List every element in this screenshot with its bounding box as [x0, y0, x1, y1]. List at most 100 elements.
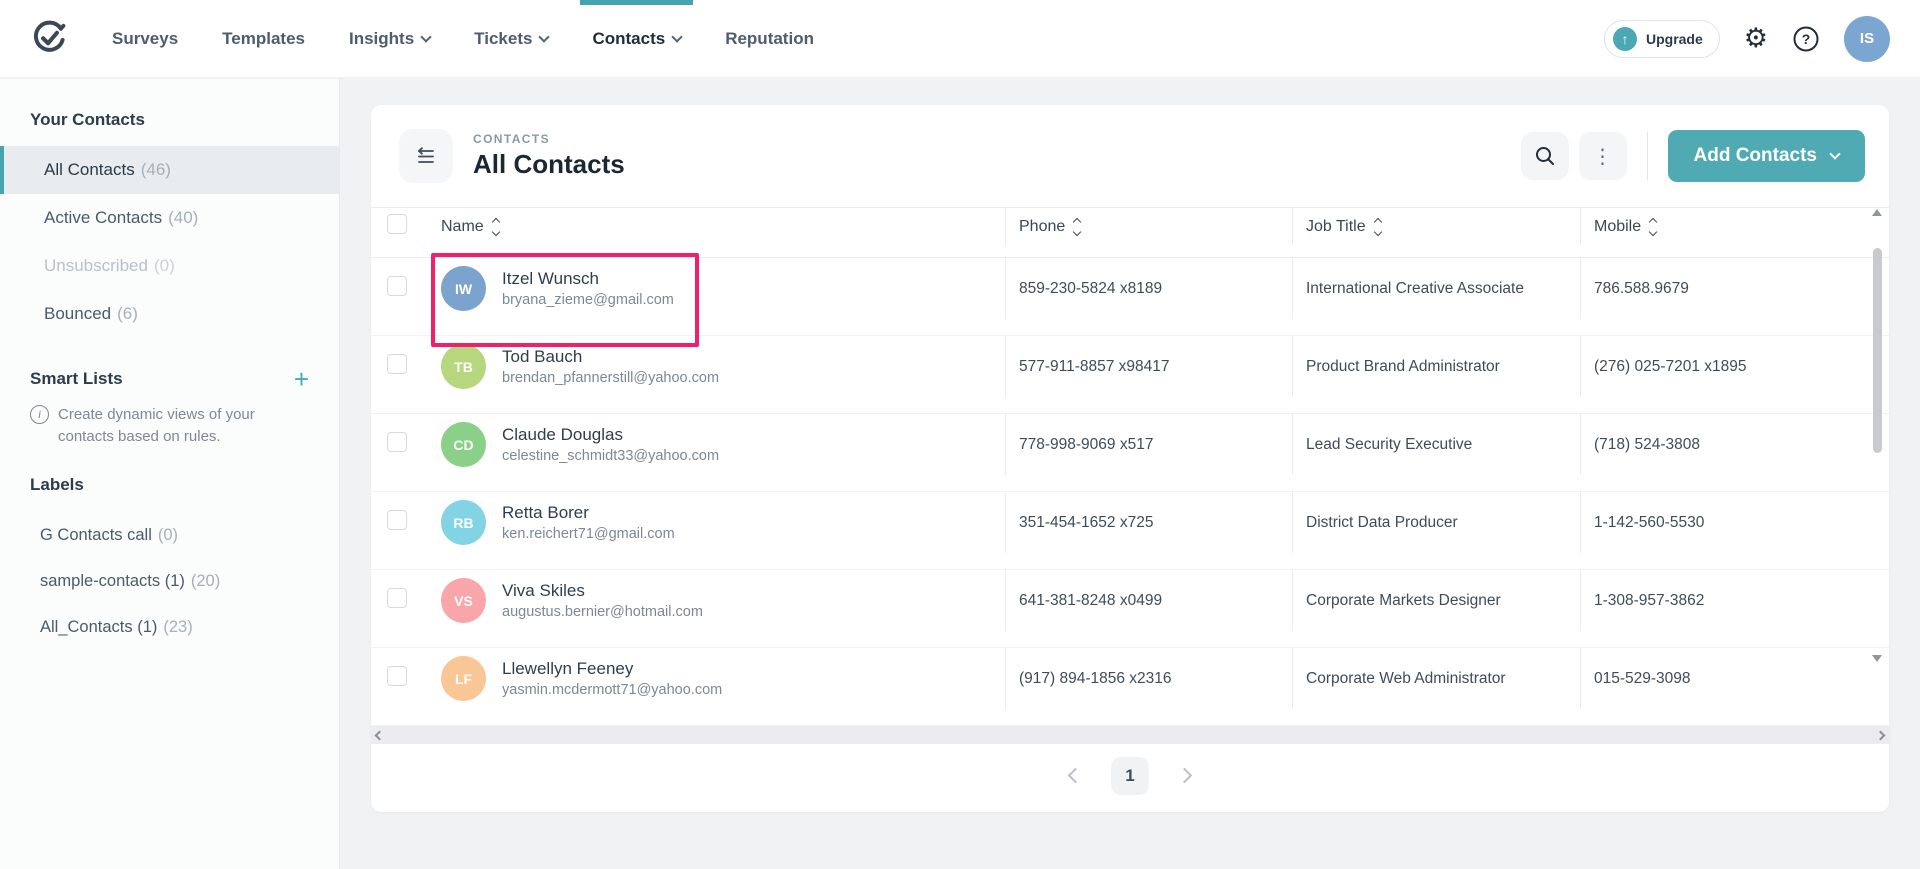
page-number[interactable]: 1	[1111, 757, 1149, 795]
table-row[interactable]: RB Retta Borer ken.reichert71@gmail.com …	[371, 492, 1889, 570]
help-button[interactable]: ?	[1792, 25, 1820, 53]
view-label: Unsubscribed	[44, 256, 148, 276]
nav-item-reputation[interactable]: Reputation	[725, 0, 814, 77]
add-smart-list-button[interactable]: +	[294, 369, 309, 389]
sidebar-item-all-contacts[interactable]: All Contacts (46)	[0, 146, 339, 194]
contact-email: brendan_pfannerstill@yahoo.com	[502, 370, 719, 386]
scroll-down-icon[interactable]	[1872, 655, 1882, 662]
column-header-phone[interactable]: Phone	[1005, 208, 1292, 245]
label-count: (20)	[191, 572, 220, 591]
next-page-icon[interactable]	[1177, 768, 1193, 784]
scrollbar-thumb[interactable]	[1873, 248, 1882, 453]
search-button[interactable]	[1521, 132, 1569, 180]
add-contacts-button[interactable]: Add Contacts	[1668, 130, 1866, 182]
row-checkbox[interactable]	[387, 666, 407, 686]
sidebar-item-active-contacts[interactable]: Active Contacts (40)	[0, 194, 339, 242]
settings-button[interactable]: ⚙	[1744, 25, 1768, 52]
mobile-cell: 786.588.9679	[1580, 258, 1889, 319]
contacts-card: CONTACTS All Contacts ⋮ Add Contacts	[371, 105, 1889, 812]
scroll-right-icon[interactable]	[1876, 730, 1886, 740]
more-options-button[interactable]: ⋮	[1579, 132, 1627, 180]
contact-views-list: All Contacts (46) Active Contacts (40) U…	[0, 146, 339, 338]
nav-item-label: Reputation	[725, 29, 814, 49]
mobile-cell: (718) 524-3808	[1580, 414, 1889, 475]
table-row[interactable]: TB Tod Bauch brendan_pfannerstill@yahoo.…	[371, 336, 1889, 414]
avatar: TB	[441, 344, 486, 389]
upgrade-button[interactable]: ↑ Upgrade	[1604, 20, 1720, 58]
row-checkbox[interactable]	[387, 276, 407, 296]
contact-name-cell[interactable]: IW Itzel Wunsch bryana_zieme@gmail.com	[435, 266, 1005, 311]
smart-lists-heading-label: Smart Lists	[30, 369, 123, 389]
scroll-up-icon[interactable]	[1872, 209, 1882, 216]
pagination: 1	[371, 744, 1889, 807]
view-label: Active Contacts	[44, 208, 162, 228]
table-row[interactable]: LF Llewellyn Feeney yasmin.mcdermott71@y…	[371, 648, 1889, 726]
avatar: LF	[441, 656, 486, 701]
sort-icon[interactable]	[493, 219, 499, 235]
mobile-cell: 1-142-560-5530	[1580, 492, 1889, 553]
chevron-down-icon	[1829, 148, 1840, 159]
label-name: G Contacts call	[40, 526, 152, 545]
user-avatar[interactable]: IS	[1844, 16, 1890, 62]
gear-icon: ⚙	[1744, 25, 1768, 52]
row-checkbox[interactable]	[387, 588, 407, 608]
labels-heading: Labels	[0, 474, 339, 496]
horizontal-scrollbar[interactable]	[371, 726, 1889, 744]
sidebar-label-sample-contacts[interactable]: sample-contacts (1) (20)	[0, 559, 339, 605]
sort-icon[interactable]	[1650, 219, 1656, 235]
table-row[interactable]: IW Itzel Wunsch bryana_zieme@gmail.com 8…	[371, 258, 1889, 336]
column-header-mobile[interactable]: Mobile	[1580, 208, 1889, 245]
mobile-cell: 015-529-3098	[1580, 648, 1889, 709]
nav-right-cluster: ↑ Upgrade ⚙ ? IS	[1604, 0, 1890, 77]
nav-item-label: Insights	[349, 29, 414, 49]
sidebar-label-all-contacts[interactable]: All_Contacts (1) (23)	[0, 605, 339, 651]
contact-name-cell[interactable]: CD Claude Douglas celestine_schmidt33@ya…	[435, 422, 1005, 467]
sidebar-label-g-contacts-call[interactable]: G Contacts call (0)	[0, 513, 339, 559]
scroll-left-icon[interactable]	[375, 730, 385, 740]
collapse-sidebar-button[interactable]	[399, 129, 453, 183]
contact-name-cell[interactable]: RB Retta Borer ken.reichert71@gmail.com	[435, 500, 1005, 545]
chevron-down-icon	[539, 31, 550, 42]
label-count: (0)	[158, 526, 178, 545]
contact-name-cell[interactable]: TB Tod Bauch brendan_pfannerstill@yahoo.…	[435, 344, 1005, 389]
nav-item-insights[interactable]: Insights	[349, 0, 430, 77]
view-count: (40)	[168, 208, 198, 228]
nav-item-tickets[interactable]: Tickets	[474, 0, 548, 77]
contact-name-cell[interactable]: LF Llewellyn Feeney yasmin.mcdermott71@y…	[435, 656, 1005, 701]
column-header-job-title[interactable]: Job Title	[1292, 208, 1580, 245]
nav-item-label: Tickets	[474, 29, 532, 49]
select-all-checkbox[interactable]	[387, 214, 407, 234]
labels-list: G Contacts call (0) sample-contacts (1) …	[0, 513, 339, 651]
phone-cell: 641-381-8248 x0499	[1005, 570, 1292, 631]
smart-lists-info: i Create dynamic views of your contacts …	[0, 390, 339, 448]
row-checkbox[interactable]	[387, 354, 407, 374]
nav-item-contacts[interactable]: Contacts	[592, 0, 681, 77]
table-row[interactable]: CD Claude Douglas celestine_schmidt33@ya…	[371, 414, 1889, 492]
table-header-row: Name Phone Job Title Mobile	[371, 207, 1889, 258]
nav-item-surveys[interactable]: Surveys	[112, 0, 178, 77]
nav-item-templates[interactable]: Templates	[222, 0, 305, 77]
view-label: All Contacts	[44, 160, 135, 180]
title-block: CONTACTS All Contacts	[473, 132, 625, 180]
contact-email: yasmin.mcdermott71@yahoo.com	[502, 682, 722, 698]
view-count: (0)	[154, 256, 175, 276]
job-title-cell: Product Brand Administrator	[1292, 336, 1580, 397]
sort-icon[interactable]	[1375, 219, 1381, 235]
contact-email: ken.reichert71@gmail.com	[502, 526, 675, 542]
column-header-name[interactable]: Name	[435, 218, 1005, 236]
avatar: CD	[441, 422, 486, 467]
label-name: All_Contacts (1)	[40, 618, 157, 637]
table-row[interactable]: VS Viva Skiles augustus.bernier@hotmail.…	[371, 570, 1889, 648]
contact-name-cell[interactable]: VS Viva Skiles augustus.bernier@hotmail.…	[435, 578, 1005, 623]
sort-icon[interactable]	[1074, 219, 1080, 235]
row-checkbox[interactable]	[387, 432, 407, 452]
sidebar-item-unsubscribed[interactable]: Unsubscribed (0)	[0, 242, 339, 290]
previous-page-icon[interactable]	[1068, 768, 1084, 784]
phone-cell: 778-998-9069 x517	[1005, 414, 1292, 475]
select-all-cell	[371, 214, 435, 239]
sidebar-item-bounced[interactable]: Bounced (6)	[0, 290, 339, 338]
row-checkbox[interactable]	[387, 510, 407, 530]
app-logo[interactable]	[30, 0, 68, 77]
mobile-cell: 1-308-957-3862	[1580, 570, 1889, 631]
vertical-scrollbar[interactable]	[1870, 209, 1884, 662]
